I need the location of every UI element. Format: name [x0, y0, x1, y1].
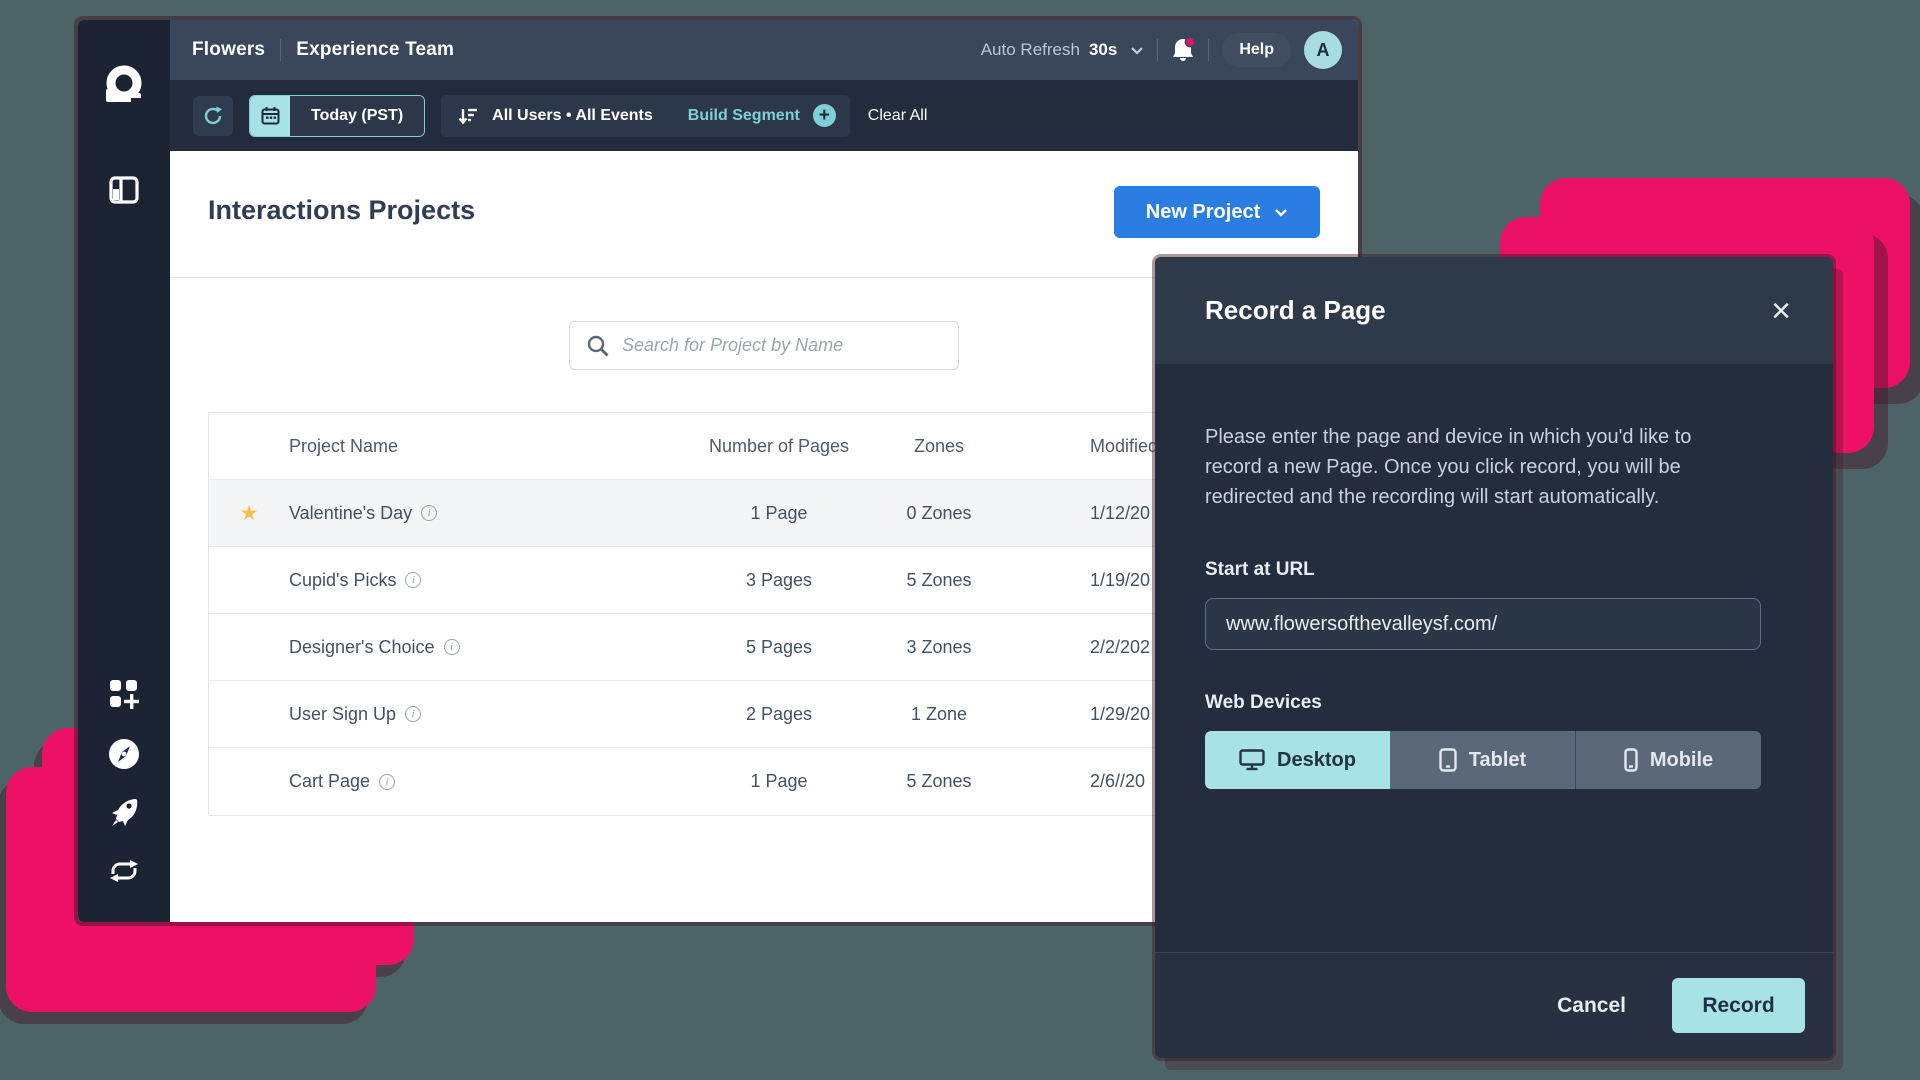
modal-footer: Cancel Record: [1155, 952, 1833, 1058]
record-button[interactable]: Record: [1672, 978, 1805, 1033]
col-project-name: Project Name: [289, 435, 399, 456]
project-pages: 1 Page: [750, 502, 808, 523]
segment-users-events[interactable]: All Users • All Events: [492, 107, 653, 125]
sidebar-item-replay[interactable]: [78, 858, 170, 884]
record-page-modal: Record a Page × Please enter the page an…: [1155, 257, 1833, 1058]
col-number-of-pages: Number of Pages: [708, 435, 850, 456]
project-pages: 3 Pages: [745, 569, 813, 590]
device-desktop-button[interactable]: Desktop: [1205, 731, 1390, 789]
refresh-icon: [204, 106, 222, 124]
new-project-label: New Project: [1145, 200, 1261, 223]
repeat-icon: [110, 860, 138, 882]
web-devices-label: Web Devices: [1205, 692, 1322, 713]
info-icon[interactable]: i: [405, 572, 422, 588]
sidebar-item-explore[interactable]: [78, 738, 170, 770]
new-project-button[interactable]: New Project: [1114, 186, 1320, 238]
device-segmented-control: Desktop Tablet Mobile: [1205, 731, 1761, 789]
desktop-icon: [1239, 749, 1265, 771]
chevron-down-icon: [1275, 208, 1288, 217]
device-label: Desktop: [1277, 748, 1356, 771]
url-label: Start at URL: [1205, 559, 1315, 580]
project-zones: 5 Zones: [906, 569, 972, 590]
project-pages: 5 Pages: [745, 636, 813, 657]
info-icon[interactable]: i: [379, 773, 396, 790]
close-icon[interactable]: ×: [1771, 294, 1791, 328]
modal-description: Please enter the page and device in whic…: [1205, 426, 1692, 508]
page-title: Interactions Projects: [208, 195, 476, 225]
project-zones: 3 Zones: [906, 636, 972, 657]
calendar-icon: [261, 107, 279, 125]
sidebar-item-panels[interactable]: [78, 176, 170, 204]
avatar[interactable]: A: [1304, 31, 1342, 69]
mobile-icon: [1624, 748, 1638, 772]
help-button[interactable]: Help: [1222, 33, 1291, 67]
search-icon: [587, 335, 609, 357]
project-search: [569, 321, 959, 370]
modal-header: Record a Page ×: [1155, 257, 1833, 364]
header-divider: [1157, 39, 1159, 61]
project-zones: 5 Zones: [906, 771, 972, 791]
tablet-icon: [1439, 748, 1457, 772]
segment-pill: All Users • All Events Build Segment +: [441, 94, 850, 137]
filter-bar: Today (PST) All Users • All Events Build…: [170, 80, 1358, 151]
col-zones: Zones: [913, 435, 965, 456]
device-tablet-button[interactable]: Tablet: [1390, 731, 1575, 789]
refresh-button[interactable]: [193, 95, 233, 136]
notifications-button[interactable]: [1171, 37, 1196, 63]
product-name: Flowers: [192, 39, 266, 60]
header-divider: [280, 39, 282, 61]
favorite-star-icon[interactable]: ★: [240, 501, 259, 526]
panel-layout-icon: [109, 176, 139, 204]
project-name[interactable]: Cart Page: [289, 771, 370, 792]
header-divider: [1208, 39, 1210, 61]
auto-refresh-label: Auto Refresh: [980, 40, 1080, 59]
info-icon[interactable]: i: [443, 639, 460, 655]
info-icon[interactable]: i: [405, 706, 422, 722]
sort-icon: [458, 108, 478, 124]
project-zones: 0 Zones: [906, 502, 972, 523]
add-segment-button[interactable]: +: [812, 104, 836, 127]
device-label: Tablet: [1468, 748, 1527, 771]
calendar-segment: [250, 95, 290, 136]
start-url-input[interactable]: [1205, 598, 1761, 650]
sidebar-item-apps[interactable]: [78, 679, 170, 709]
project-pages: 2 Pages: [745, 703, 813, 724]
search-input[interactable]: [569, 321, 959, 370]
project-name[interactable]: Valentine's Day: [289, 503, 412, 524]
build-segment-link[interactable]: Build Segment: [688, 107, 800, 125]
clear-all-button[interactable]: Clear All: [868, 107, 928, 125]
desktop-background: Flowers Experience Team Auto Refresh 30s: [0, 0, 1920, 1080]
sidebar-item-launch[interactable]: [78, 796, 170, 828]
project-name[interactable]: Cupid's Picks: [289, 570, 396, 591]
date-range-label: Today (PST): [290, 95, 425, 136]
plus-icon: +: [818, 105, 830, 126]
project-name[interactable]: Designer's Choice: [289, 637, 435, 658]
device-mobile-button[interactable]: Mobile: [1575, 731, 1761, 789]
team-name: Experience Team: [296, 39, 455, 60]
project-name[interactable]: User Sign Up: [289, 704, 396, 725]
project-pages: 1 Page: [750, 771, 808, 791]
bell-icon: [1173, 37, 1196, 61]
project-zones: 1 Zone: [910, 703, 968, 724]
grid-plus-icon: [110, 680, 139, 709]
date-range-picker[interactable]: Today (PST): [249, 94, 426, 137]
q-logo-icon: [106, 65, 143, 104]
quantum-logo[interactable]: [78, 62, 170, 108]
app-header: Flowers Experience Team Auto Refresh 30s: [170, 20, 1358, 80]
compass-icon: [109, 739, 139, 769]
sidebar-nav: [78, 20, 170, 922]
auto-refresh-value[interactable]: 30s: [1089, 40, 1117, 60]
cancel-button[interactable]: Cancel: [1557, 994, 1626, 1018]
info-icon[interactable]: i: [421, 505, 438, 521]
modal-title: Record a Page: [1205, 295, 1386, 325]
rocket-icon: [112, 799, 138, 826]
device-label: Mobile: [1649, 748, 1714, 771]
chevron-down-icon[interactable]: [1130, 46, 1144, 55]
modal-body: Please enter the page and device in whic…: [1155, 364, 1833, 952]
